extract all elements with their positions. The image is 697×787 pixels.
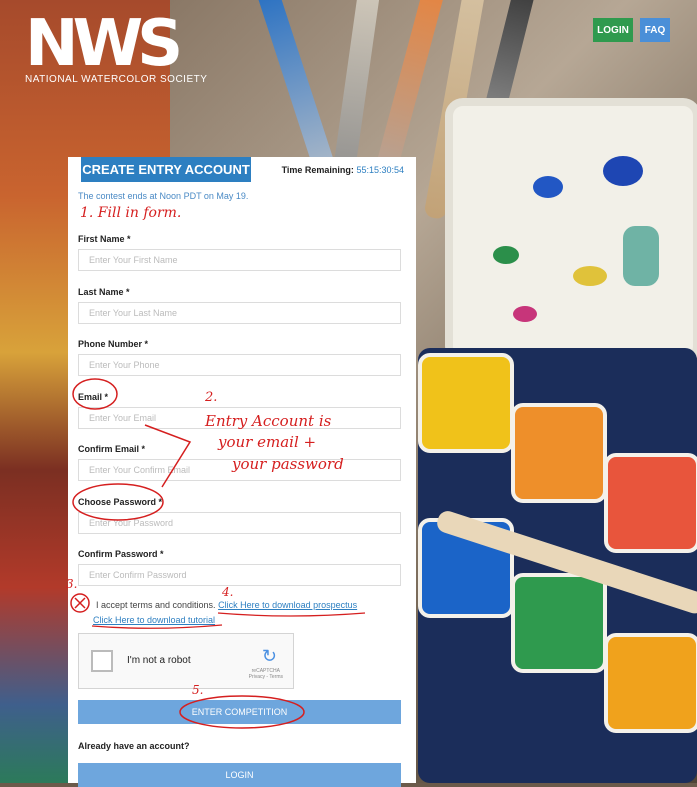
logo-mark: NWS [25, 7, 183, 81]
watercolor-tray [418, 348, 697, 783]
recaptcha-checkbox[interactable] [91, 650, 113, 672]
time-remaining-value: 55:15:30:54 [356, 165, 404, 175]
paint-pan-orange [511, 403, 607, 503]
time-remaining-label: Time Remaining: [281, 165, 354, 175]
recaptcha-label: I'm not a robot [127, 655, 191, 666]
login-top-button[interactable]: LOGIN [593, 18, 633, 42]
paint-pan-yellow [418, 353, 514, 453]
form-title: CREATE ENTRY ACCOUNT [81, 157, 251, 182]
terms-line: I accept terms and conditions. Click Her… [96, 600, 357, 610]
paint-splash [493, 246, 519, 264]
password-input[interactable]: Enter Your Password [78, 512, 401, 534]
recaptcha-privacy-text: Privacy - Terms [248, 674, 283, 680]
paint-pan-red [604, 453, 697, 553]
confirm-email-label: Confirm Email * [78, 444, 146, 454]
login-button[interactable]: LOGIN [78, 763, 401, 787]
confirm-password-label: Confirm Password * [78, 549, 164, 559]
paint-splash [513, 306, 537, 322]
annotation-note-line2: your email + [218, 433, 317, 451]
paint-pan-gold [604, 633, 697, 733]
confirm-password-input[interactable]: Enter Confirm Password [78, 564, 401, 586]
logo-subtitle: NATIONAL WATERCOLOR SOCIETY [25, 74, 208, 85]
phone-label: Phone Number * [78, 339, 149, 349]
first-name-label: First Name * [78, 234, 131, 244]
last-name-input[interactable]: Enter Your Last Name [78, 302, 401, 324]
choose-password-label: Choose Password * [78, 497, 163, 507]
terms-text: I accept terms and conditions. [96, 600, 216, 610]
prospectus-link[interactable]: Click Here to download prospectus [218, 600, 357, 610]
already-have-account: Already have an account? [78, 741, 190, 751]
contest-ends-note: The contest ends at Noon PDT on May 19. [78, 191, 249, 201]
annotation-note-line1: Entry Account is [205, 412, 332, 430]
annotation-step-1: 1. Fill in form. [80, 205, 182, 221]
time-remaining: Time Remaining: 55:15:30:54 [282, 165, 404, 175]
mixing-palette [445, 98, 697, 364]
email-label: Email * [78, 392, 109, 402]
annotation-step-3: 3. [66, 577, 78, 591]
faq-button[interactable]: FAQ [640, 18, 670, 42]
annotation-note-line3: your password [232, 455, 344, 473]
annotation-step-4: 4. [222, 585, 234, 599]
paint-splash [573, 266, 607, 286]
tutorial-link[interactable]: Click Here to download tutorial [93, 615, 215, 625]
phone-input[interactable]: Enter Your Phone [78, 354, 401, 376]
paint-splash [533, 176, 563, 198]
paint-pan-green [511, 573, 607, 673]
nws-logo[interactable]: NWS NATIONAL WATERCOLOR SOCIETY [25, 12, 207, 85]
last-name-label: Last Name * [78, 287, 130, 297]
recaptcha-widget: I'm not a robot ↻ reCAPTCHA Privacy - Te… [78, 633, 294, 689]
paint-splash [603, 156, 643, 186]
recaptcha-brand: reCAPTCHA Privacy - Terms [249, 668, 283, 680]
annotation-step-5: 5. [192, 683, 204, 697]
first-name-input[interactable]: Enter Your First Name [78, 249, 401, 271]
enter-competition-button[interactable]: ENTER COMPETITION [78, 700, 401, 724]
annotation-step-2: 2. [205, 390, 218, 405]
recaptcha-icon: ↻ [261, 646, 277, 666]
paint-splash [623, 226, 659, 286]
